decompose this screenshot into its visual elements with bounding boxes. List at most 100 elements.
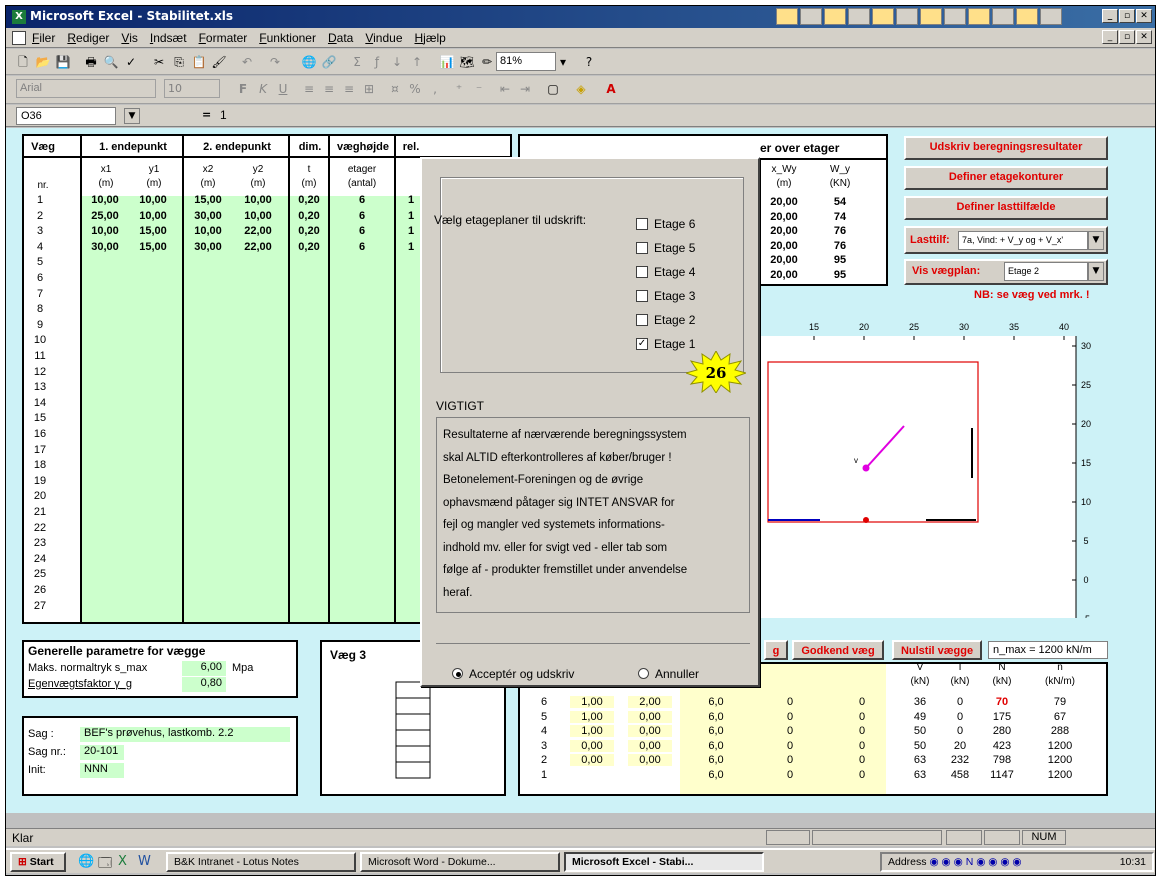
document-icon[interactable] (12, 31, 26, 45)
redo-icon[interactable]: ↷ (266, 53, 284, 71)
save-icon[interactable]: 💾 (54, 53, 72, 71)
reset-walls-button[interactable]: Nulstil vægge (892, 640, 982, 660)
floor-checkbox[interactable]: Etage 4 (636, 265, 695, 279)
cell-et[interactable]: 6 (332, 225, 392, 237)
print-icon[interactable]: 🖶 (82, 53, 100, 71)
restore-button[interactable]: ▫ (1119, 9, 1135, 23)
menu-item[interactable]: Indsæt (150, 31, 187, 45)
font-size-select[interactable]: 10 (164, 79, 220, 98)
desktop-icon[interactable]: 🗔 (98, 854, 112, 875)
floor-checkbox[interactable]: Etage 6 (636, 217, 695, 231)
table-cell[interactable]: 6,0 (686, 711, 746, 723)
currency-icon[interactable]: ¤ (386, 80, 404, 98)
map-icon[interactable]: 🗺 (458, 53, 476, 71)
menu-item[interactable]: Funktioner (259, 31, 316, 45)
table-cell[interactable]: 1,00 (570, 696, 614, 708)
cell-x1[interactable]: 30,00 (84, 241, 126, 253)
app-icon[interactable] (776, 8, 798, 25)
align-left-icon[interactable]: ≡ (300, 80, 318, 98)
floor-checkbox[interactable]: Etage 2 (636, 313, 695, 327)
floor-checkbox[interactable]: ✓ Etage 1 (636, 337, 695, 351)
chart-wizard-icon[interactable]: 📊 (438, 53, 456, 71)
define-loadcase-button[interactable]: Definer lasttilfælde (904, 196, 1108, 220)
app-icon[interactable] (848, 8, 870, 25)
accept-print-radio[interactable]: Acceptér og udskriv (452, 667, 574, 681)
font-select[interactable]: Arial (16, 79, 156, 98)
paste-icon[interactable]: 📋 (190, 53, 208, 71)
cell-y1[interactable]: 15,00 (132, 225, 174, 237)
formula-value[interactable]: 1 (220, 108, 227, 122)
increase-decimal-icon[interactable]: ⁺ (450, 80, 468, 98)
open-icon[interactable]: 📂 (34, 53, 52, 71)
table-cell[interactable]: 0 (832, 754, 892, 766)
chevron-down-icon[interactable]: ▼ (1088, 262, 1104, 281)
menu-item[interactable]: Rediger (67, 31, 109, 45)
new-icon[interactable]: 🗋 (14, 53, 32, 71)
table-cell[interactable]: 0,00 (628, 710, 672, 723)
cell-y1[interactable]: 10,00 (132, 210, 174, 222)
drawing-icon[interactable]: ✏ (478, 53, 496, 71)
table-cell[interactable]: 0,00 (628, 739, 672, 752)
sort-asc-icon[interactable]: ↓ (388, 53, 406, 71)
app-icon[interactable] (920, 8, 942, 25)
app-icon[interactable] (968, 8, 990, 25)
cut-icon[interactable]: ✂ (150, 53, 168, 71)
menu-item[interactable]: Data (328, 31, 353, 45)
bold-icon[interactable]: F (234, 80, 252, 98)
italic-icon[interactable]: K (254, 80, 272, 98)
start-button[interactable]: ⊞ Start (10, 852, 66, 872)
table-cell[interactable]: 0 (832, 725, 892, 737)
cell-x2[interactable]: 30,00 (186, 210, 230, 222)
menu-item[interactable]: Hjælp (415, 31, 446, 45)
spelling-icon[interactable]: ✓ (122, 53, 140, 71)
fill-color-icon[interactable]: ◈ (572, 80, 590, 98)
preview-icon[interactable]: 🔍 (102, 53, 120, 71)
table-cell[interactable]: 0 (760, 711, 820, 723)
app-icon[interactable] (944, 8, 966, 25)
align-center-icon[interactable]: ≡ (320, 80, 338, 98)
chevron-down-icon[interactable]: ▼ (124, 108, 140, 124)
undo-icon[interactable]: ↶ (238, 53, 256, 71)
task-word[interactable]: Microsoft Word - Dokume... (360, 852, 560, 872)
approve-wall-button[interactable]: Godkend væg (792, 640, 884, 660)
comma-icon[interactable]: , (426, 80, 444, 98)
function-icon[interactable]: ƒ (368, 53, 386, 71)
cell-t[interactable]: 0,20 (290, 194, 328, 206)
cell-x1[interactable]: 10,00 (84, 194, 126, 206)
app-icon[interactable] (992, 8, 1014, 25)
table-cell[interactable]: 0,00 (570, 739, 614, 752)
cell-x2[interactable]: 15,00 (186, 194, 230, 206)
cell-x2[interactable]: 30,00 (186, 241, 230, 253)
table-cell[interactable]: 0 (832, 696, 892, 708)
cell-x1[interactable]: 10,00 (84, 225, 126, 237)
cell-y1[interactable]: 10,00 (132, 194, 174, 206)
table-cell[interactable]: 0,00 (570, 754, 614, 766)
cell-y2[interactable]: 10,00 (236, 210, 280, 222)
cell-y1[interactable]: 15,00 (132, 241, 174, 253)
partial-button[interactable]: g (764, 640, 788, 660)
app-icon[interactable] (824, 8, 846, 25)
table-cell[interactable]: 1,00 (570, 710, 614, 723)
cell-et[interactable]: 6 (332, 194, 392, 206)
floorplan-select[interactable]: Etage 2 (1004, 262, 1088, 281)
ie-icon[interactable]: 🌐 (78, 854, 94, 869)
percent-icon[interactable]: % (406, 80, 424, 98)
cell-et[interactable]: 6 (332, 210, 392, 222)
word-quick-icon[interactable]: W (138, 854, 151, 869)
table-cell[interactable]: 0 (832, 711, 892, 723)
table-cell[interactable]: 6,0 (686, 769, 746, 781)
zoom-select[interactable]: 81% (496, 52, 556, 71)
table-cell[interactable]: 0,00 (628, 725, 672, 737)
merge-icon[interactable]: ⊞ (360, 80, 378, 98)
menu-item[interactable]: Vis (121, 31, 137, 45)
define-contours-button[interactable]: Definer etagekonturer (904, 166, 1108, 190)
table-cell[interactable]: 6,0 (686, 740, 746, 752)
table-cell[interactable]: 6,0 (686, 725, 746, 737)
indent-icon[interactable]: ⇥ (516, 80, 534, 98)
menu-item[interactable]: Filer (32, 31, 55, 45)
case-value[interactable]: BEF's prøvehus, lastkomb. 2.2 (80, 727, 290, 742)
floor-checkbox[interactable]: Etage 5 (636, 241, 695, 255)
menu-item[interactable]: Formater (199, 31, 248, 45)
table-cell[interactable]: 0 (760, 754, 820, 766)
doc-minimize-button[interactable]: _ (1102, 30, 1118, 44)
